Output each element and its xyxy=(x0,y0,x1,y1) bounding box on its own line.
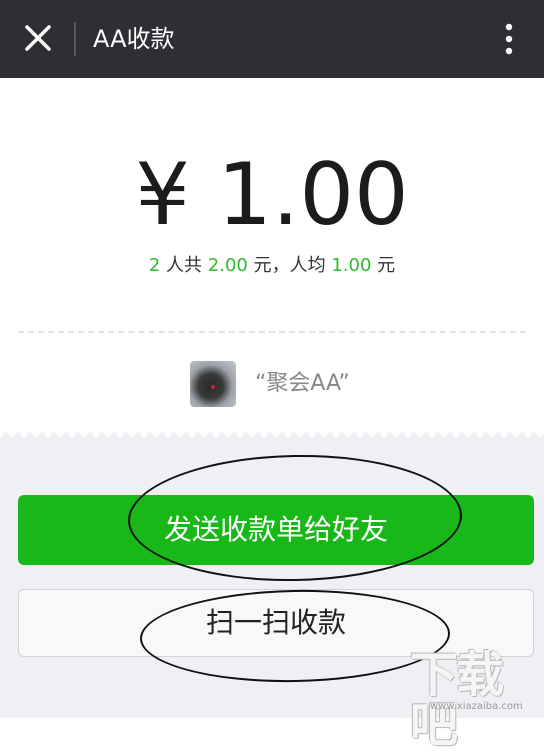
send-bill-button[interactable]: 发送收款单给好友 xyxy=(18,495,534,565)
amount-display: ¥ 1.00 xyxy=(135,145,409,245)
split-summary: 2 人共 2.00 元，人均 1.00 元 xyxy=(0,252,544,280)
close-icon xyxy=(25,25,51,51)
avatar xyxy=(190,361,236,407)
more-vertical-icon xyxy=(505,23,513,55)
total-label: 元，人均 xyxy=(247,255,332,276)
per-person-amount: 1.00 xyxy=(331,255,372,276)
watermark-logo: 下载吧 xyxy=(410,647,504,753)
more-menu-button[interactable] xyxy=(492,18,526,60)
header-divider xyxy=(74,22,76,56)
top-bar: AA收款 xyxy=(0,0,544,78)
dashed-divider xyxy=(18,331,526,333)
close-button[interactable] xyxy=(18,18,58,58)
watermark-url: www.xiazaiba.com xyxy=(430,701,523,712)
people-count: 2 xyxy=(148,255,161,276)
page-title: AA收款 xyxy=(93,25,175,53)
avatar-detail xyxy=(211,385,215,389)
total-amount: 2.00 xyxy=(207,255,248,276)
people-label: 人共 xyxy=(160,255,208,276)
group-name: “聚会AA” xyxy=(255,371,350,396)
per-person-label: 元 xyxy=(371,255,396,276)
